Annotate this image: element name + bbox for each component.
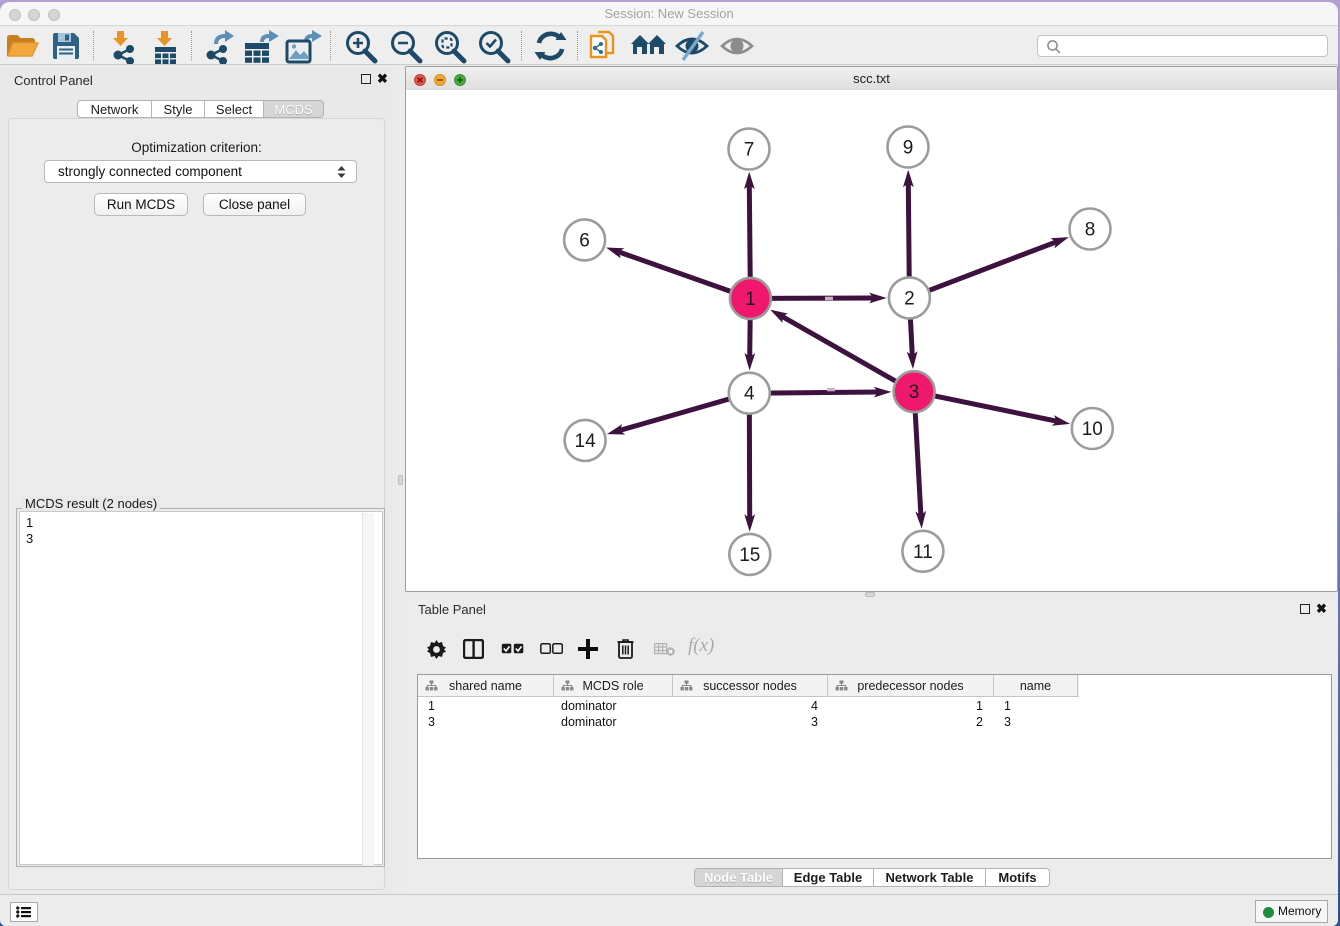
svg-text:3: 3 (909, 382, 920, 403)
svg-text:10: 10 (1082, 419, 1103, 440)
svg-text:11: 11 (913, 541, 933, 562)
svg-text:15: 15 (739, 544, 760, 565)
svg-text:1: 1 (745, 288, 756, 309)
svg-text:14: 14 (575, 430, 597, 451)
svg-text:2: 2 (904, 288, 915, 309)
svg-text:6: 6 (579, 230, 590, 251)
svg-text:7: 7 (744, 139, 755, 160)
svg-text:9: 9 (903, 137, 914, 158)
svg-text:8: 8 (1085, 219, 1096, 240)
svg-text:4: 4 (744, 383, 755, 404)
